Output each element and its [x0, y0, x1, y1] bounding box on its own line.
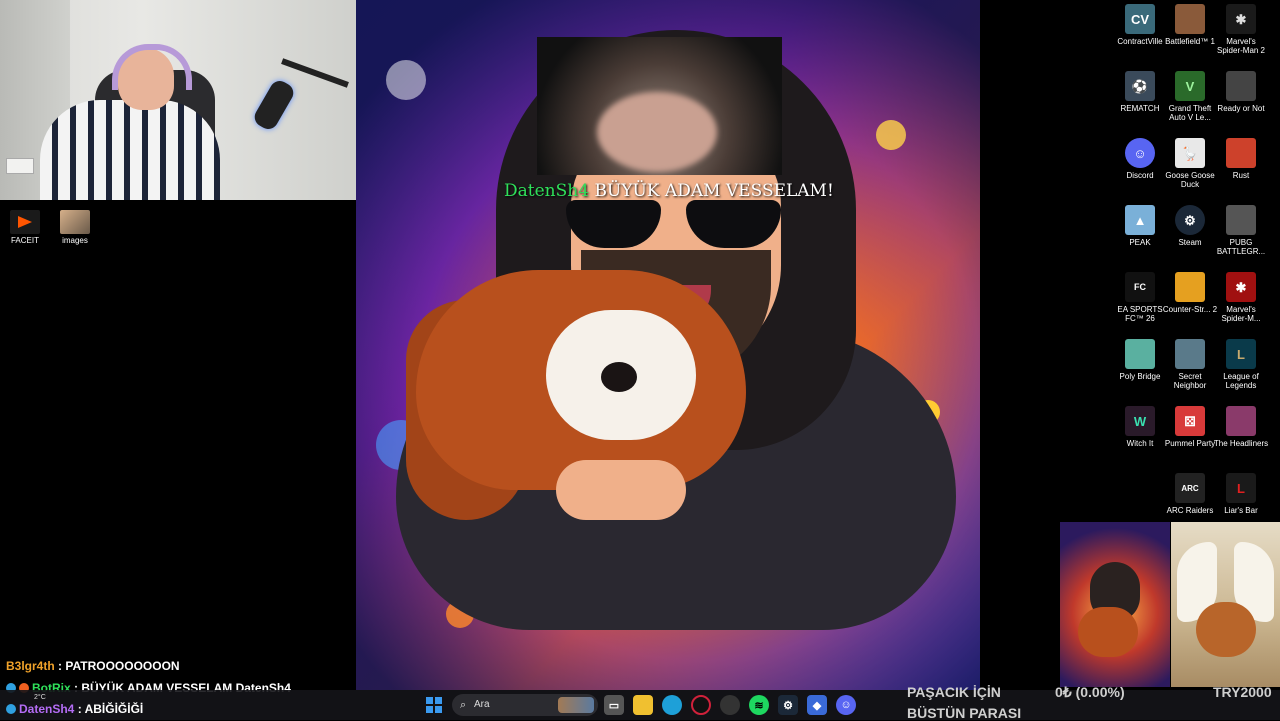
desktop-icon-pummel-party[interactable]: ⚄ Pummel Party — [1162, 406, 1218, 448]
chat-username: DatenSh4 — [19, 702, 75, 716]
desktop-icon-counter-strike[interactable]: Counter-Str... 2 — [1162, 272, 1218, 314]
chat-message: DatenSh4 : ABİĞİĞİĞİ — [6, 702, 143, 716]
helmet-icon — [1226, 205, 1256, 235]
secret-neighbor-icon — [1175, 339, 1205, 369]
desktop-icon-contractville[interactable]: CV ContractVille — [1112, 4, 1168, 46]
search-highlights-icon — [558, 697, 594, 713]
arc-raiders-icon: ARC — [1175, 473, 1205, 503]
bridge-icon — [1125, 339, 1155, 369]
chat-message: B3lgr4th : PATROOOOOOOON — [6, 659, 180, 673]
desktop-icon-pubg[interactable]: PUBG BATTLEGR... — [1213, 205, 1269, 256]
counter-strike-icon — [1175, 272, 1205, 302]
battlefield-icon — [1175, 4, 1205, 34]
goose-icon: 🪿 — [1175, 138, 1205, 168]
obs-icon[interactable] — [720, 695, 740, 715]
desktop-icon-peak[interactable]: ▲ PEAK — [1112, 205, 1168, 247]
desktop-icon-witch-it[interactable]: W Witch It — [1112, 406, 1168, 448]
angel-dog-thumbnail — [1171, 522, 1280, 687]
verified-badge-icon — [6, 704, 16, 714]
steam-icon[interactable]: ⚙ — [778, 695, 798, 715]
weather-temp: 2°C — [34, 694, 46, 701]
donation-amount: 0₺ (0.00%) — [1055, 684, 1125, 700]
liars-bar-icon: L — [1226, 473, 1256, 503]
desktop-icon-league-of-legends[interactable]: L League of Legends — [1213, 339, 1269, 390]
desktop-icon-ea-fc[interactable]: FC EA SPORTS FC™ 26 — [1112, 272, 1168, 323]
witch-it-icon: W — [1125, 406, 1155, 436]
rematch-icon: ⚽ — [1125, 71, 1155, 101]
mountain-icon: ▲ — [1125, 205, 1155, 235]
desktop-icon-goose-goose-duck[interactable]: 🪿 Goose Goose Duck — [1162, 138, 1218, 189]
windows-logo-icon — [426, 697, 433, 704]
desktop-icon-spiderman[interactable]: ✱ Marvel's Spider-M... — [1213, 272, 1269, 323]
discord-icon[interactable]: ☺ — [836, 695, 856, 715]
stream-alert: DatenSh4 BÜYÜK ADAM VESSELAM! — [504, 181, 834, 201]
desktop-icon-images[interactable]: images — [51, 210, 99, 245]
lol-icon: L — [1226, 339, 1256, 369]
contractville-icon: CV — [1125, 4, 1155, 34]
search-placeholder: Ara — [474, 699, 490, 710]
desktop-icon-secret-neighbor[interactable]: Secret Neighbor — [1162, 339, 1218, 390]
chat-text: ABİĞİĞİĞİ — [84, 702, 144, 716]
desktop-icon-label: images — [62, 236, 88, 245]
headliners-icon — [1226, 406, 1256, 436]
edge-icon[interactable] — [662, 695, 682, 715]
desktop-icon-the-headliners[interactable]: The Headliners — [1213, 406, 1269, 448]
desktop-icon-arc-raiders[interactable]: ARC ARC Raiders — [1162, 473, 1218, 515]
alert-message: BÜYÜK ADAM VESSELAM! — [594, 181, 834, 201]
desktop-icon-steam[interactable]: ⚙ Steam — [1162, 205, 1218, 247]
chat-text: PATROOOOOOOON — [65, 659, 180, 673]
alert-username: DatenSh4 — [504, 181, 590, 201]
opera-icon[interactable] — [691, 695, 711, 715]
app-icon[interactable]: ◆ — [807, 695, 827, 715]
donation-title-line2: BÜSTÜN PARASI — [907, 705, 1022, 721]
webcam-feed — [0, 0, 356, 200]
alert-video-clip — [537, 37, 782, 175]
spider-icon: ✱ — [1226, 4, 1256, 34]
desktop-icon-discord[interactable]: ☺ Discord — [1112, 138, 1168, 180]
desktop-icon-poly-bridge[interactable]: Poly Bridge — [1112, 339, 1168, 381]
desktop-icon-ready-or-not[interactable]: Ready or Not — [1213, 71, 1269, 113]
ready-or-not-icon — [1226, 71, 1256, 101]
dice-icon: ⚄ — [1175, 406, 1205, 436]
desktop-icon-battlefield[interactable]: Battlefield™ 1 — [1162, 4, 1218, 46]
donation-goal: TRY2000 — [1213, 684, 1272, 700]
faceit-icon — [10, 210, 40, 234]
spider-icon: ✱ — [1226, 272, 1256, 302]
search-icon: ⌕ — [460, 699, 467, 711]
donation-title: PAŞACIK İÇİN — [907, 684, 1001, 700]
desktop-icon-spiderman2[interactable]: ✱ Marvel's Spider-Man 2 — [1213, 4, 1269, 55]
desktop-icon-label: FACEIT — [10, 236, 39, 245]
task-view-icon[interactable]: ▭ — [604, 695, 624, 715]
spotify-icon[interactable]: ≋ — [749, 695, 769, 715]
desktop-icon-gta[interactable]: V Grand Theft Auto V Le... — [1162, 71, 1218, 122]
steam-icon: ⚙ — [1175, 205, 1205, 235]
ea-fc-icon: FC — [1125, 272, 1155, 302]
desktop-icon-faceit[interactable]: FACEIT — [1, 210, 49, 245]
desktop-icon-rust[interactable]: Rust — [1213, 138, 1269, 180]
desktop-icon-rematch[interactable]: ⚽ REMATCH — [1112, 71, 1168, 113]
discord-icon: ☺ — [1125, 138, 1155, 168]
taskbar-search[interactable]: ⌕ Ara — [452, 694, 598, 716]
rust-icon — [1226, 138, 1256, 168]
start-button[interactable] — [426, 697, 442, 713]
gta-icon: V — [1175, 71, 1205, 101]
weather-widget[interactable]: 2°C — [34, 694, 46, 701]
file-explorer-icon[interactable] — [633, 695, 653, 715]
chat-username: B3lgr4th — [6, 659, 55, 673]
image-folder-icon — [60, 210, 90, 234]
artwork-thumbnail — [1060, 522, 1170, 687]
desktop-icon-liars-bar[interactable]: L Liar's Bar — [1213, 473, 1269, 515]
